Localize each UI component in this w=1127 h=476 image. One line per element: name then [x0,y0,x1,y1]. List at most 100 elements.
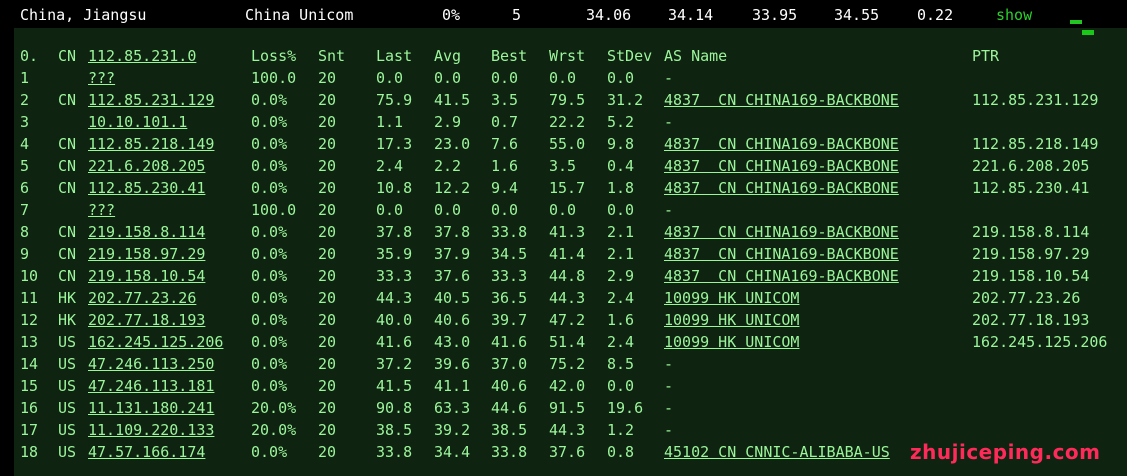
cell-as: - [664,201,674,219]
cell-host[interactable]: 11.109.220.133 [88,419,214,441]
cell-ptr: 202.77.23.26 [972,289,1081,307]
cell-as[interactable]: 4837 CN CHINA169-BACKBONE [664,265,899,287]
cell-last: 90.8 [376,399,413,417]
cell-best: 0.0 [491,69,519,87]
cell-loss: 0.0% [251,333,288,351]
cell-as[interactable]: 10099 HK UNICOM [664,287,799,309]
cell-ptr: 112.85.231.129 [972,91,1099,109]
cell-as[interactable]: 45102 CN CNNIC-ALIBABA-US [664,441,890,463]
cell-snt: 20 [318,333,337,351]
cell-host[interactable]: ??? [88,67,115,89]
cell-host[interactable]: 47.246.113.250 [88,353,214,375]
cell-best: 3.5 [491,91,519,109]
cell-as[interactable]: 4837 CN CHINA169-BACKBONE [664,221,899,243]
cell-last: 35.9 [376,245,413,263]
cell-loss: 0.0% [251,443,288,461]
cell-stdev: 2.1 [607,223,635,241]
cell-last: 0.0 [376,69,404,87]
cell-loss: 100.0 [251,201,297,219]
cell-cc: CN [58,135,77,153]
cell-host[interactable]: 11.131.180.241 [88,397,214,419]
table-row: 11 HK 202.77.23.26 0.0% 20 44.3 40.5 36.5 44.3 2.… [14,287,1127,309]
cell-hop: 17 [20,421,39,439]
cell-snt: 20 [318,223,337,241]
cell-last: 2.4 [376,157,404,175]
show-indicator [1070,20,1082,24]
header-host[interactable]: 112.85.231.0 [88,45,196,67]
cell-snt: 20 [318,399,337,417]
cell-ptr: 219.158.97.29 [972,245,1090,263]
show-toggle[interactable]: show [996,6,1032,24]
table-row: 3 10.10.101.1 0.0% 20 1.1 2.9 0.7 22.2 5.2 - [14,111,1127,133]
cell-avg: 34.4 [434,443,471,461]
cell-cc: US [58,421,77,439]
cell-avg: 43.0 [434,333,471,351]
cell-host[interactable]: 202.77.23.26 [88,287,196,309]
cell-snt: 20 [318,311,337,329]
cell-avg: 40.6 [434,311,471,329]
cell-host[interactable]: 112.85.230.41 [88,177,205,199]
cell-snt: 20 [318,69,337,87]
cell-as[interactable]: 10099 HK UNICOM [664,309,799,331]
cell-host[interactable]: 202.77.18.193 [88,309,205,331]
cell-as[interactable]: 4837 CN CHINA169-BACKBONE [664,133,899,155]
traceroute-panel: 0. CN 112.85.231.0 Loss% Snt Last Avg Be… [14,28,1127,476]
cell-snt: 20 [318,421,337,439]
table-row: 8 CN 219.158.8.114 0.0% 20 37.8 37.8 33.8 41.3 2.… [14,221,1127,243]
header-snt: Snt [318,47,346,65]
cell-cc: HK [58,289,77,307]
cell-snt: 20 [318,443,337,461]
cell-best: 37.0 [491,355,528,373]
cell-host[interactable]: 47.246.113.181 [88,375,214,397]
cell-host[interactable]: 112.85.231.129 [88,89,214,111]
cell-stdev: 31.2 [607,91,644,109]
cell-as[interactable]: 4837 CN CHINA169-BACKBONE [664,243,899,265]
cell-loss: 20.0% [251,399,297,417]
cell-as: - [664,421,674,439]
cell-loss: 0.0% [251,223,288,241]
cell-host[interactable]: 219.158.97.29 [88,243,205,265]
summary-bar: China, Jiangsu China Unicom 0% 5 34.06 3… [0,0,1127,28]
cell-avg: 39.6 [434,355,471,373]
header-ptr: PTR [972,47,1000,65]
cell-cc: CN [58,223,77,241]
cell-stdev: 2.1 [607,245,635,263]
cell-stdev: 0.0 [607,201,635,219]
cell-best: 0.0 [491,201,519,219]
cell-avg: 37.8 [434,223,471,241]
cell-host[interactable]: 112.85.218.149 [88,133,214,155]
cell-avg: 41.1 [434,377,471,395]
cell-cc: CN [58,157,77,175]
summary-avg: 34.14 [668,6,714,24]
cell-host[interactable]: 162.245.125.206 [88,331,223,353]
cell-host[interactable]: 219.158.8.114 [88,221,205,243]
cell-as[interactable]: 4837 CN CHINA169-BACKBONE [664,155,899,177]
cell-stdev: 2.4 [607,289,635,307]
cell-hop: 1 [20,69,30,87]
cell-best: 44.6 [491,399,528,417]
cell-host[interactable]: 221.6.208.205 [88,155,205,177]
cell-best: 7.6 [491,135,519,153]
cell-ptr: 221.6.208.205 [972,157,1090,175]
cell-host[interactable]: 10.10.101.1 [88,111,187,133]
cell-stdev: 0.4 [607,157,635,175]
cell-as[interactable]: 10099 HK UNICOM [664,331,799,353]
cell-as[interactable]: 4837 CN CHINA169-BACKBONE [664,89,899,111]
cell-hop: 3 [20,113,30,131]
cell-wrst: 3.5 [549,157,577,175]
cell-ptr: 202.77.18.193 [972,311,1090,329]
cell-host[interactable]: 219.158.10.54 [88,265,205,287]
cell-loss: 0.0% [251,311,288,329]
summary-location: China, Jiangsu [20,6,147,24]
cell-host[interactable]: 47.57.166.174 [88,441,205,463]
cell-host[interactable]: ??? [88,199,115,221]
cell-best: 9.4 [491,179,519,197]
cell-wrst: 47.2 [549,311,586,329]
cell-as[interactable]: 4837 CN CHINA169-BACKBONE [664,177,899,199]
cell-loss: 0.0% [251,267,288,285]
cell-snt: 20 [318,91,337,109]
cell-cc: US [58,333,77,351]
cell-best: 38.5 [491,421,528,439]
cell-snt: 20 [318,201,337,219]
cell-cc: US [58,377,77,395]
